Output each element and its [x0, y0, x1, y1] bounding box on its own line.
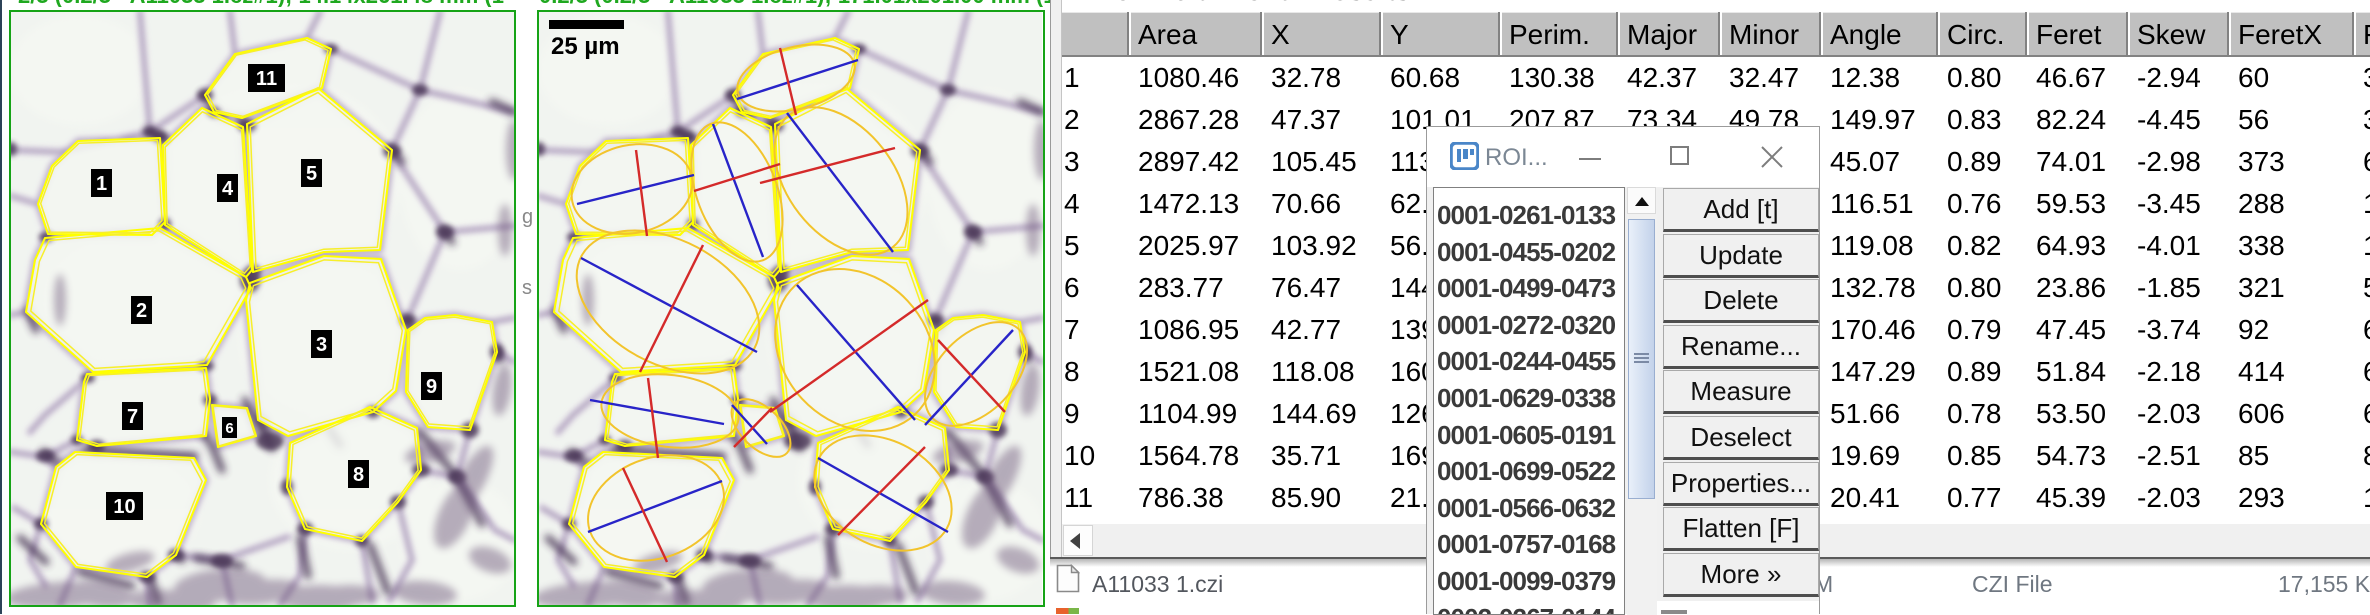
svg-text:1: 1 [96, 173, 107, 195]
svg-text:8: 8 [353, 464, 364, 486]
svg-text:9: 9 [426, 376, 437, 398]
svg-text:2: 2 [136, 300, 147, 322]
svg-text:6: 6 [225, 420, 233, 437]
svg-text:10: 10 [113, 496, 135, 518]
svg-text:11: 11 [256, 68, 277, 90]
svg-text:4: 4 [222, 178, 234, 200]
svg-text:7: 7 [127, 406, 138, 428]
svg-text:25 µm: 25 µm [551, 33, 620, 60]
svg-text:3: 3 [316, 334, 327, 356]
svg-text:5: 5 [306, 163, 317, 185]
